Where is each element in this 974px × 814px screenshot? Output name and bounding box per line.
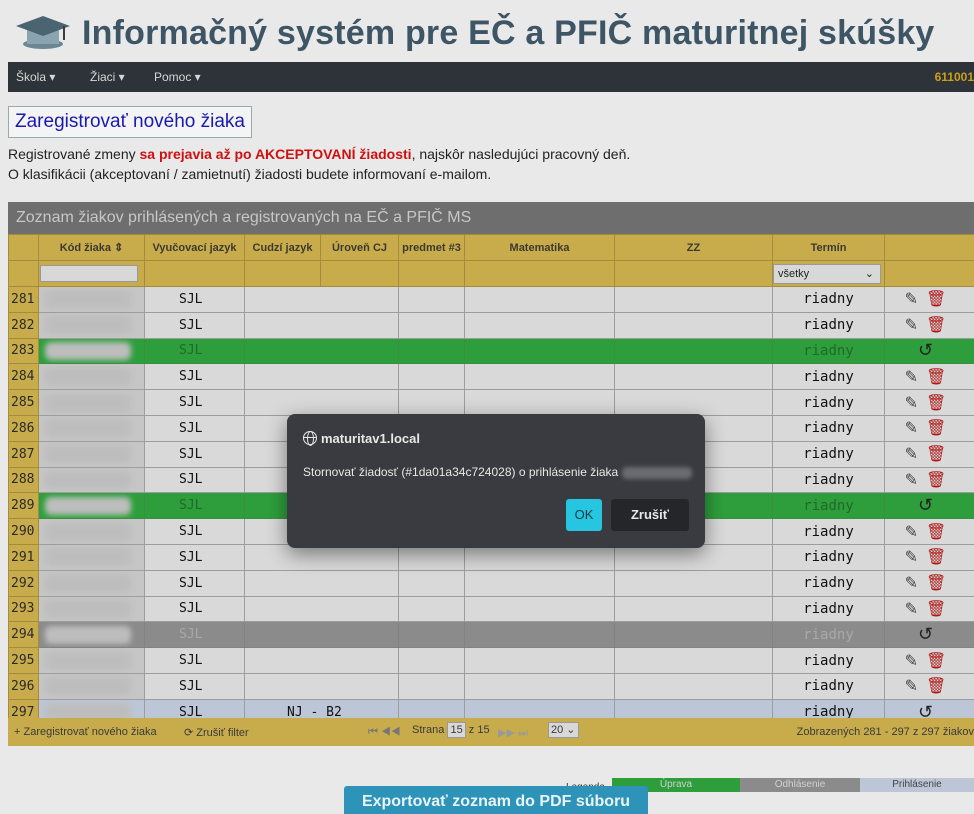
dialog-message: Stornovať žiadosť (#1da01a34c724028) o p…	[303, 465, 693, 479]
redacted-name	[622, 466, 693, 479]
dialog-host: maturitav1.local	[303, 431, 420, 446]
dialog-ok-button[interactable]: OK	[566, 499, 602, 531]
modal-overlay	[0, 0, 974, 814]
globe-icon	[303, 431, 317, 446]
dialog-cancel-button[interactable]: Zrušiť	[611, 499, 689, 531]
confirm-dialog: maturitav1.local Stornovať žiadosť (#1da…	[287, 414, 705, 548]
